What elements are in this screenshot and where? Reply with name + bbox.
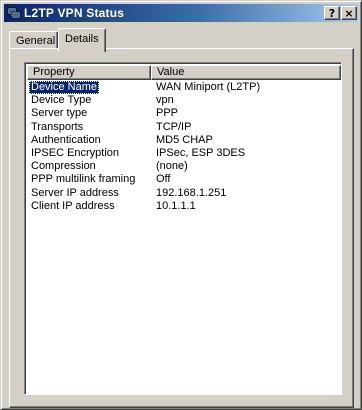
tab-details[interactable]: Details [58,28,106,52]
list-item[interactable]: Server IP address 192.168.1.251 [27,187,341,200]
property-cell: Server type [31,107,88,120]
value-cell: Off [156,173,171,186]
details-panel: Property Value Device Name WAN Miniport … [9,48,354,408]
network-connection-icon [7,6,21,20]
window-title: L2TP VPN Status [24,6,125,20]
list-item[interactable]: Compression (none) [27,160,341,173]
property-cell: Device Name [29,81,100,94]
listview-header: Property Value [27,65,341,80]
property-cell: Client IP address [31,199,115,212]
close-icon: × [344,7,354,20]
column-header-property[interactable]: Property [27,65,151,80]
value-cell: 192.168.1.251 [156,186,227,199]
value-cell: WAN Miniport (L2TP) [156,81,261,93]
list-item[interactable]: PPP multilink framing Off [27,173,341,186]
listview-rows: Device Name WAN Miniport (L2TP) Device T… [27,81,341,213]
list-item[interactable]: Authentication MD5 CHAP [27,134,341,147]
details-listview[interactable]: Property Value Device Name WAN Miniport … [24,62,342,395]
close-button[interactable]: × [341,6,357,20]
value-cell: PPP [156,107,179,120]
list-item[interactable]: Transports TCP/IP [27,121,341,134]
property-cell: Transports [31,120,84,133]
property-cell: PPP multilink framing [31,173,136,186]
title-bar[interactable]: L2TP VPN Status ? × [4,4,358,22]
list-item[interactable]: Server type PPP [27,107,341,120]
list-item[interactable]: Device Name WAN Miniport (L2TP) [27,81,341,94]
dialog-window: L2TP VPN Status ? × General Details Prop… [0,0,362,410]
property-cell: Server IP address [31,186,119,199]
value-cell: vpn [156,94,174,107]
list-item[interactable]: Device Type vpn [27,94,341,107]
value-cell: (none) [156,160,188,173]
list-item[interactable]: Client IP address 10.1.1.1 [27,200,341,213]
property-cell: IPSEC Encryption [31,146,120,159]
tab-general-label: General [16,35,56,47]
tab-details-label: Details [65,33,99,45]
property-cell: Compression [31,160,96,173]
property-cell: Authentication [31,133,101,146]
value-cell: 10.1.1.1 [156,199,196,212]
column-header-value[interactable]: Value [151,65,341,80]
value-cell: IPSec, ESP 3DES [156,146,246,159]
help-button[interactable]: ? [324,6,340,20]
property-cell: Device Type [31,94,92,107]
list-item[interactable]: IPSEC Encryption IPSec, ESP 3DES [27,147,341,160]
value-cell: MD5 CHAP [156,133,213,146]
value-cell: TCP/IP [156,120,192,133]
